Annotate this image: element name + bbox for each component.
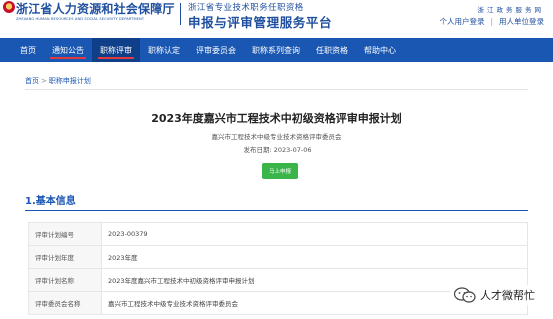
- page-title: 2023年度嘉兴市工程技术中初级资格评审申报计划: [151, 112, 402, 125]
- unit-login-link[interactable]: 用人单位登录: [499, 17, 544, 26]
- personal-login-link[interactable]: 个人用户登录: [439, 17, 484, 26]
- nav-title-recognition[interactable]: 职称认定: [140, 38, 188, 62]
- header-divider: [180, 3, 181, 25]
- gov-portal-link[interactable]: 浙江政务服务网: [478, 4, 545, 14]
- national-emblem-icon: [3, 1, 15, 13]
- publish-date-label: 发布日期:: [243, 146, 272, 154]
- wechat-icon: [454, 287, 476, 303]
- site-header: 浙江省人力资源和社会保障厅 ZHEJIANG HUMAN RESOURCES A…: [0, 0, 553, 38]
- publish-date: 发布日期: 2023-07-06: [0, 144, 553, 154]
- row-key: 评审计划年度: [28, 245, 102, 269]
- publish-date-value: 2023-07-06: [273, 146, 312, 154]
- login-separator: |: [490, 17, 493, 26]
- org-name-en: ZHEJIANG HUMAN RESOURCES AND SOCIAL SECU…: [16, 17, 145, 21]
- table-row: 评审计划编号 2023-00379: [28, 222, 528, 246]
- row-key: 评审计划编号: [28, 222, 102, 246]
- row-value: 2023-00379: [101, 222, 528, 246]
- login-links: 个人用户登录 | 用人单位登录: [439, 16, 544, 27]
- breadcrumb-divider: [25, 89, 528, 90]
- main-nav: 首页 通知公告 职称评审 职称认定 评审委员会 职称系列查询 任职资格 帮助中心: [0, 38, 553, 62]
- system-title: 申报与评审管理服务平台: [188, 15, 333, 30]
- breadcrumb-home[interactable]: 首页: [25, 77, 39, 85]
- section-divider: [25, 210, 528, 211]
- nav-title-series-query[interactable]: 职称系列查询: [244, 38, 308, 62]
- watermark-text: 人才微帮忙: [480, 289, 535, 302]
- row-key: 评审计划名称: [28, 268, 102, 292]
- table-row: 评审计划年度 2023年度: [28, 245, 528, 269]
- row-key: 评审委员会名称: [28, 291, 102, 315]
- nav-home[interactable]: 首页: [12, 38, 44, 62]
- watermark: 人才微帮忙: [450, 285, 539, 305]
- apply-now-button[interactable]: 马上申报: [262, 163, 298, 179]
- breadcrumb: 首页 > 职称申报计划: [25, 76, 91, 86]
- nav-review-committee[interactable]: 评审委员会: [188, 38, 244, 62]
- nav-qualification[interactable]: 任职资格: [308, 38, 356, 62]
- section-title-basic-info: 1.基本信息: [25, 196, 76, 207]
- nav-help-center[interactable]: 帮助中心: [356, 38, 404, 62]
- org-name-cn: 浙江省人力资源和社会保障厅: [16, 2, 175, 16]
- row-value: 2023年度: [101, 245, 528, 269]
- breadcrumb-separator: >: [41, 77, 47, 85]
- breadcrumb-current[interactable]: 职称申报计划: [49, 77, 91, 85]
- committee-name: 嘉兴市工程技术中级专业技术资格评审委员会: [211, 133, 342, 141]
- nav-notices[interactable]: 通知公告: [44, 38, 92, 62]
- nav-title-review[interactable]: 职称评审: [92, 38, 140, 62]
